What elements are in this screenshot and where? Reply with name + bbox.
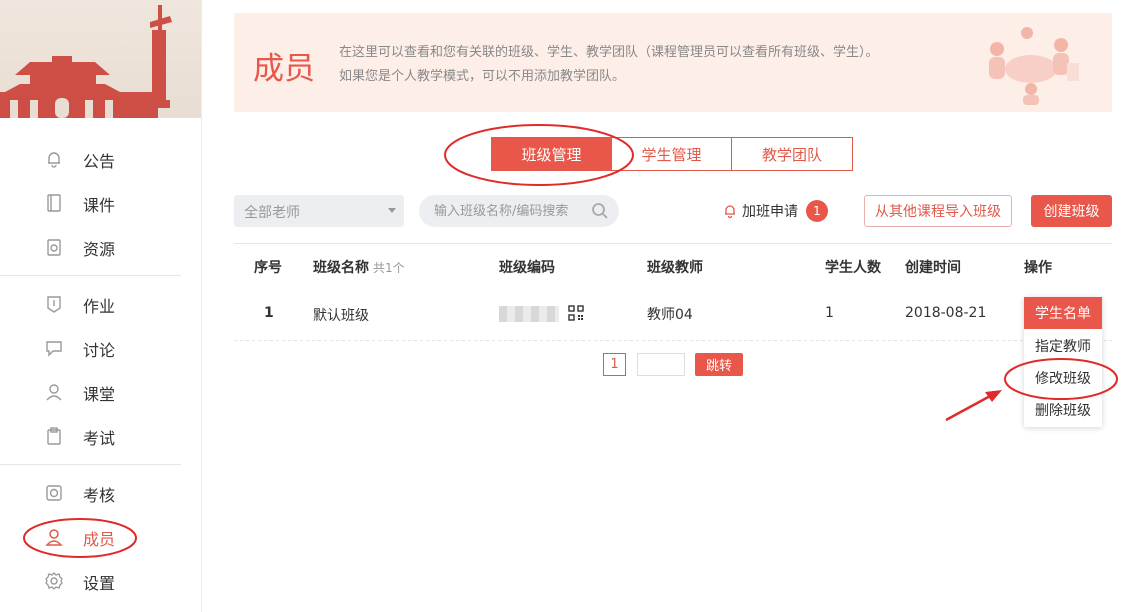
annotation-arrow-head (985, 390, 1002, 402)
sidebar-item-label: 资源 (83, 240, 116, 259)
edit-class-button[interactable]: 修改班级 (1024, 362, 1102, 394)
row-index: 1 (264, 305, 274, 321)
row-teacher: 教师04 (647, 307, 693, 323)
qrcode-icon[interactable] (568, 305, 584, 321)
homework-icon (47, 296, 61, 313)
chat-icon (46, 341, 62, 357)
page-number-button[interactable]: 1 (603, 353, 626, 376)
page-title: 成员 (253, 51, 315, 87)
sidebar-item-label: 作业 (83, 297, 116, 316)
delete-class-button[interactable]: 删除班级 (1024, 394, 1102, 426)
page-jump-input[interactable] (637, 353, 685, 376)
row-student-count: 1 (825, 305, 834, 321)
sidebar-item-discussion[interactable]: 讨论 (0, 328, 181, 368)
teacher-select[interactable]: 全部老师 (234, 195, 404, 227)
sidebar-item-courseware[interactable]: 课件 (0, 183, 181, 223)
resource-icon (47, 239, 61, 256)
column-header-students: 学生人数 (825, 260, 881, 276)
page: 公告 课件 资源 作业 讨论 课堂 考试 考核 成员 设置 成员 在这里可以查看… (0, 0, 1141, 612)
sidebar-item-label: 公告 (83, 152, 116, 171)
sidebar-item-label: 成员 (83, 530, 116, 549)
sidebar-item-label: 讨论 (83, 341, 116, 360)
member-icon (45, 529, 63, 546)
sidebar-item-label: 考核 (83, 486, 116, 505)
tab-teaching-team[interactable]: 教学团队 (731, 137, 853, 171)
sidebar-item-homework[interactable]: 作业 (0, 284, 181, 324)
course-banner-image (0, 0, 201, 118)
sidebar-item-assessment[interactable]: 考核 (0, 473, 181, 513)
description-line: 如果您是个人教学模式，可以不用添加教学团队。 (339, 69, 626, 84)
table-top-border (234, 243, 1112, 244)
teacher-select-value: 全部老师 (244, 205, 300, 221)
row-action-menu: 学生名单 指定教师 修改班级 删除班级 (1024, 297, 1102, 427)
row-class-code-blurred (499, 306, 559, 322)
assessment-icon (46, 485, 62, 501)
sidebar-item-members[interactable]: 成员 (0, 517, 181, 557)
column-header-code: 班级编码 (499, 260, 555, 276)
class-join-requests[interactable]: 加班申请 1 (722, 200, 828, 222)
row-created-date: 2018-08-21 (905, 305, 987, 321)
tab-class-management[interactable]: 班级管理 (491, 137, 612, 171)
sidebar-item-label: 设置 (83, 574, 116, 593)
bell-icon (725, 205, 735, 219)
sidebar-item-settings[interactable]: 设置 (0, 561, 181, 601)
annotation-arrow-line (945, 393, 993, 422)
column-header-created: 创建时间 (905, 260, 961, 276)
sidebar-item-announcement[interactable]: 公告 (0, 139, 181, 179)
sidebar-item-label: 考试 (83, 429, 116, 448)
chevron-down-icon (388, 208, 396, 213)
column-header-ops: 操作 (1024, 260, 1052, 276)
bell-icon (48, 152, 60, 168)
row-class-name: 默认班级 (313, 308, 369, 324)
column-header-teacher: 班级教师 (647, 260, 703, 276)
join-requests-count-badge: 1 (806, 200, 828, 222)
search-input[interactable] (419, 195, 619, 227)
sidebar-divider (0, 275, 181, 276)
column-header-name: 班级名称 共1个 (313, 257, 405, 277)
team-illustration (989, 27, 1079, 105)
sidebar-divider (0, 464, 181, 465)
join-requests-label: 加班申请 (742, 204, 798, 220)
student-list-button[interactable]: 学生名单 (1024, 297, 1102, 329)
page-description: 在这里可以查看和您有关联的班级、学生、教学团队（课程管理员可以查看所有班级、学生… (339, 41, 879, 89)
description-line: 在这里可以查看和您有关联的班级、学生、教学团队（课程管理员可以查看所有班级、学生… (339, 45, 879, 60)
member-tabs: 班级管理 学生管理 教学团队 (491, 137, 853, 171)
sidebar-item-resource[interactable]: 资源 (0, 227, 181, 267)
book-icon (47, 194, 61, 212)
column-header-name-label: 班级名称 (313, 260, 369, 276)
assign-teacher-button[interactable]: 指定教师 (1024, 330, 1102, 362)
create-class-button[interactable]: 创建班级 (1031, 195, 1112, 227)
column-header-index: 序号 (254, 260, 282, 276)
row-divider (234, 340, 1112, 341)
sidebar-item-classroom[interactable]: 课堂 (0, 372, 181, 412)
page-jump-button[interactable]: 跳转 (695, 353, 743, 376)
sidebar: 公告 课件 资源 作业 讨论 课堂 考试 考核 成员 设置 (0, 0, 202, 612)
class-count: 共1个 (373, 261, 405, 275)
search-icon[interactable] (591, 202, 609, 220)
import-class-button[interactable]: 从其他课程导入班级 (864, 195, 1012, 227)
gear-icon (45, 572, 63, 590)
page-header: 成员 在这里可以查看和您有关联的班级、学生、教学团队（课程管理员可以查看所有班级… (234, 13, 1112, 112)
sidebar-item-exam[interactable]: 考试 (0, 416, 181, 456)
sidebar-item-label: 课件 (83, 196, 116, 215)
exam-icon (47, 427, 61, 445)
sidebar-item-label: 课堂 (83, 385, 116, 404)
classroom-icon (46, 384, 62, 401)
tab-student-management[interactable]: 学生管理 (611, 137, 732, 171)
